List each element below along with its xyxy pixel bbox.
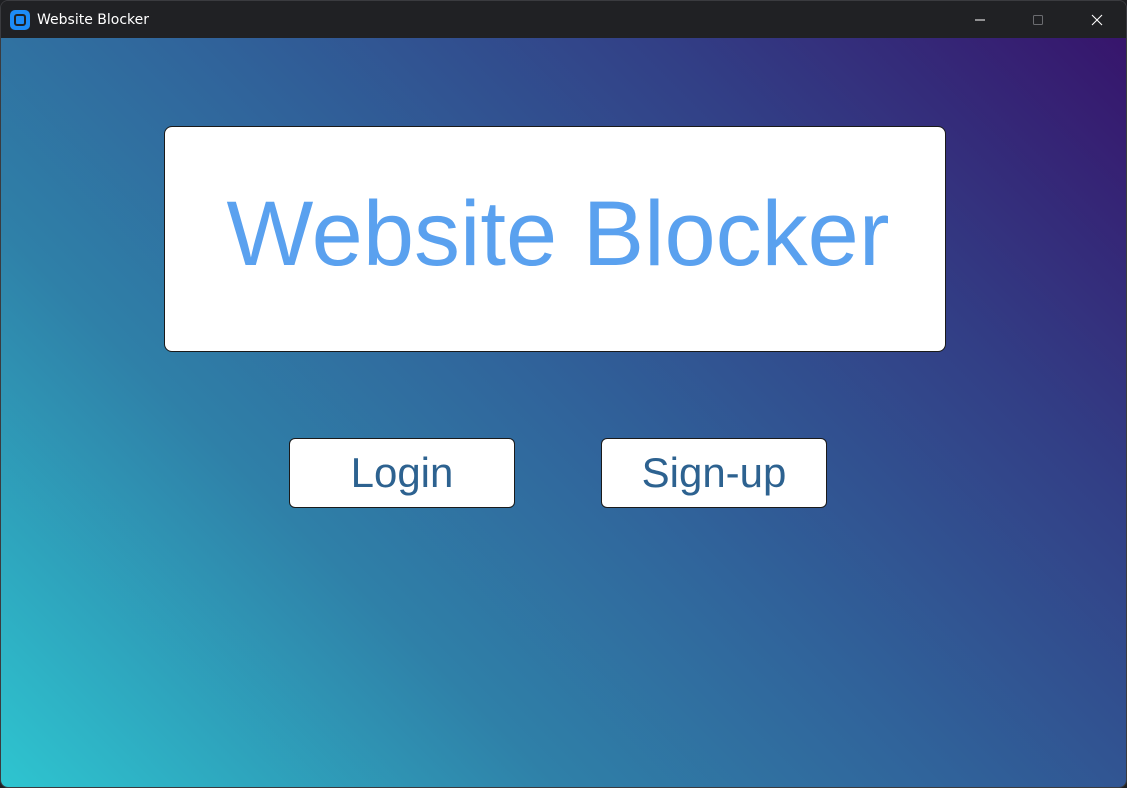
heading-card: Website Blocker [164, 126, 946, 352]
title-bar[interactable]: Website Blocker [1, 1, 1126, 38]
window-title: Website Blocker [37, 12, 149, 28]
signup-button[interactable]: Sign-up [601, 438, 827, 508]
signup-button-label: Sign-up [641, 449, 787, 496]
login-button[interactable]: Login [289, 438, 515, 508]
minimize-button[interactable] [951, 1, 1009, 38]
maximize-icon [1033, 14, 1043, 25]
main-content: Website Blocker Login Sign-up [1, 38, 1126, 787]
login-button-label: Login [350, 449, 454, 496]
close-icon [1091, 14, 1103, 25]
close-button[interactable] [1068, 1, 1126, 38]
app-heading: Website Blocker [226, 183, 890, 285]
app-window: Website Blocker Website Blocker Login Si [0, 0, 1127, 788]
minimize-icon [975, 19, 985, 20]
app-icon [10, 10, 30, 30]
maximize-button[interactable] [1009, 1, 1067, 38]
